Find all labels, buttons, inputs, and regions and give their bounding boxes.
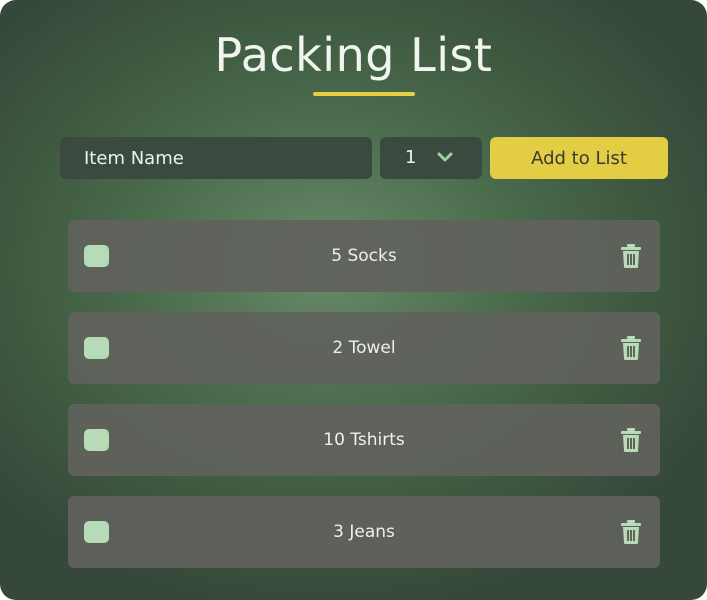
chevron-down-icon [437, 152, 453, 162]
list-item: 5 Socks [68, 220, 660, 292]
trash-icon[interactable] [620, 519, 642, 545]
list-item: 3 Jeans [68, 496, 660, 568]
packing-list-app: Packing List 1 Add to List 5 Socks 2 Tow… [0, 0, 707, 600]
list-item: 10 Tshirts [68, 404, 660, 476]
add-to-list-button[interactable]: Add to List [490, 137, 668, 179]
item-label: 10 Tshirts [323, 430, 405, 450]
quantity-select[interactable]: 1 [380, 137, 482, 179]
trash-icon[interactable] [620, 335, 642, 361]
trash-icon[interactable] [620, 427, 642, 453]
page-title: Packing List [214, 28, 493, 82]
item-name-input[interactable] [60, 137, 372, 179]
item-label: 2 Towel [332, 338, 396, 358]
quantity-value: 1 [405, 147, 417, 168]
item-label: 5 Socks [331, 246, 397, 266]
item-label: 3 Jeans [333, 522, 395, 542]
title-underline [313, 92, 415, 96]
list-item: 2 Towel [68, 312, 660, 384]
trash-icon[interactable] [620, 243, 642, 269]
